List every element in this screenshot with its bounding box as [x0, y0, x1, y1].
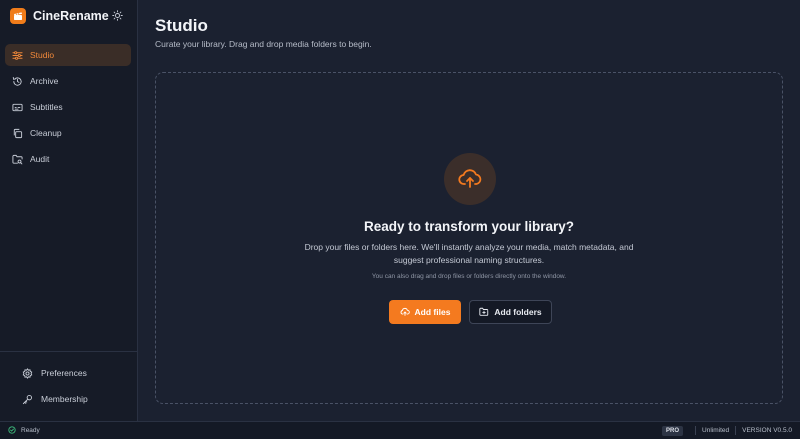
add-files-label: Add files [414, 307, 451, 317]
add-folders-label: Add folders [494, 307, 542, 317]
dropzone-description: Drop your files or folders here. We'll i… [304, 242, 634, 265]
app-title: CineRename [33, 9, 109, 23]
captions-icon [12, 102, 23, 113]
clapperboard-icon [10, 8, 26, 24]
status-indicator: Ready [8, 426, 40, 434]
sidebar-item-studio[interactable]: Studio [5, 44, 131, 66]
sidebar-item-audit[interactable]: Audit [5, 148, 131, 170]
dropzone-hint: You can also drag and drop files or fold… [371, 273, 567, 280]
add-files-button[interactable]: Add files [389, 300, 461, 324]
cloud-upload-icon [444, 153, 496, 205]
sidebar-item-label: Subtitles [30, 102, 63, 112]
dropzone[interactable]: Ready to transform your library? Drop yo… [155, 72, 783, 404]
history-icon [12, 76, 23, 87]
main-content: Studio Curate your library. Drag and dro… [138, 0, 800, 421]
dropzone-heading: Ready to transform your library? [363, 219, 575, 234]
version-text: VERSION V0.5.0 [742, 427, 792, 434]
check-circle-icon [8, 426, 16, 434]
quota-text: Unlimited [702, 427, 730, 434]
brand: CineRename [10, 7, 109, 25]
sidebar-item-preferences[interactable]: Preferences [18, 364, 128, 382]
cloud-upload-small-icon [400, 307, 410, 317]
status-text: Ready [21, 426, 40, 434]
app-window: CineRename Studio Archive Subtitles Clea… [0, 0, 800, 439]
sidebar-item-cleanup[interactable]: Cleanup [5, 122, 131, 144]
sidebar-item-label: Cleanup [30, 128, 62, 138]
sidebar-item-label: Preferences [41, 368, 87, 378]
status-separator [735, 426, 737, 435]
sidebar-item-membership[interactable]: Membership [18, 390, 128, 408]
sidebar-item-label: Membership [41, 394, 88, 404]
status-right: PRO Unlimited VERSION V0.5.0 [662, 425, 792, 436]
sidebar-item-label: Studio [30, 50, 55, 60]
page-title: Studio [155, 16, 208, 35]
plan-badge: PRO [662, 425, 684, 436]
sidebar-nav: Studio Archive Subtitles Cleanup Audit [5, 44, 131, 174]
sliders-icon [12, 50, 23, 61]
sidebar-bottom-nav: Preferences Membership [18, 364, 128, 416]
status-separator [695, 426, 697, 435]
theme-toggle-button[interactable] [111, 9, 124, 22]
sidebar-divider [0, 351, 137, 352]
sidebar: CineRename Studio Archive Subtitles Clea… [0, 0, 138, 421]
sidebar-item-label: Audit [30, 154, 50, 164]
copy-icon [12, 128, 23, 139]
folder-plus-icon [479, 307, 489, 317]
sidebar-item-subtitles[interactable]: Subtitles [5, 96, 131, 118]
key-icon [22, 394, 33, 405]
sidebar-item-label: Archive [30, 76, 59, 86]
folder-search-icon [12, 154, 23, 165]
sidebar-item-archive[interactable]: Archive [5, 70, 131, 92]
add-folders-button[interactable]: Add folders [469, 300, 552, 324]
status-bar: Ready PRO Unlimited VERSION V0.5.0 [0, 421, 800, 439]
page-subtitle: Curate your library. Drag and drop media… [155, 39, 372, 49]
sun-icon [112, 10, 123, 21]
gear-icon [22, 367, 33, 379]
